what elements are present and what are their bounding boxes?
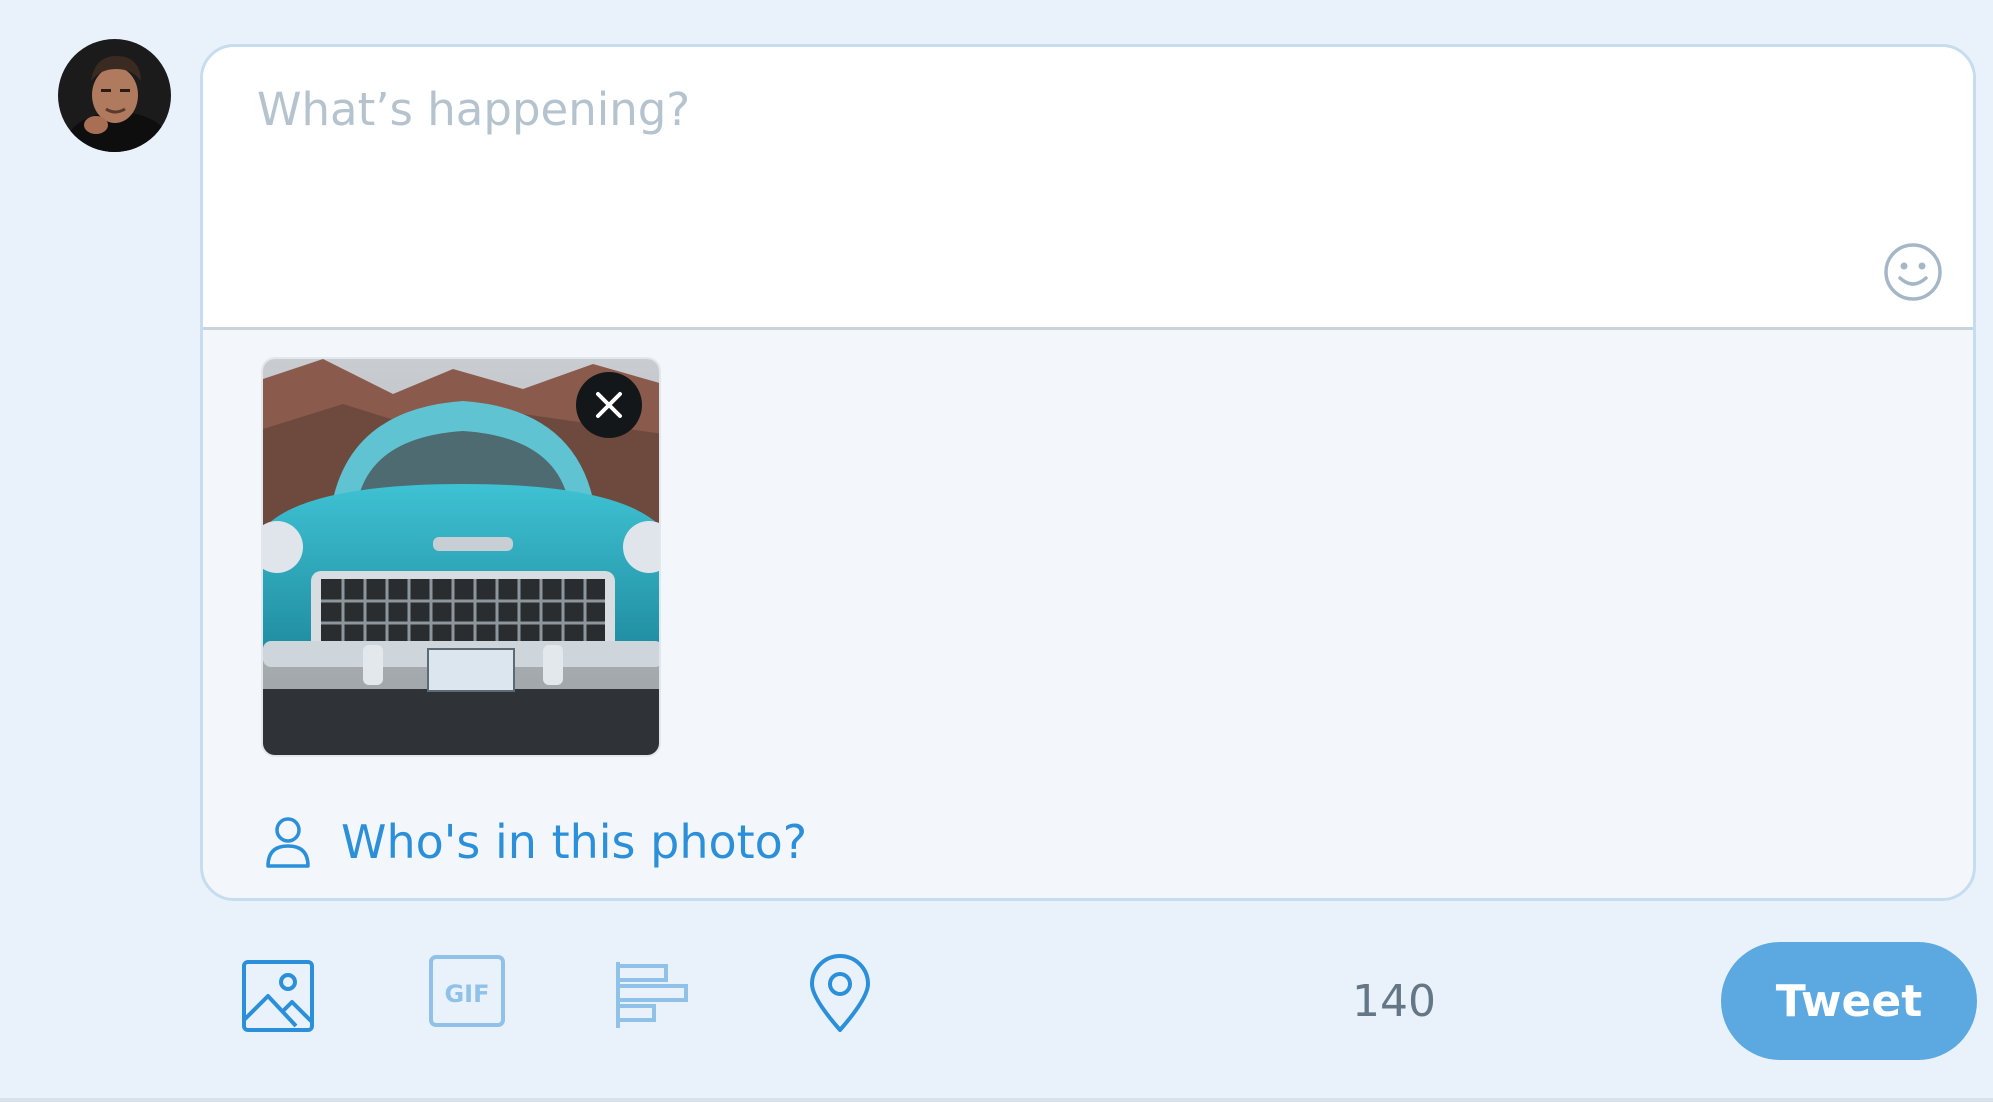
smiley-face-icon [1884, 243, 1942, 301]
tweet-composer: Who's in this photo? [200, 44, 1976, 901]
tag-people-label: Who's in this photo? [341, 815, 808, 869]
svg-text:GIF: GIF [444, 980, 489, 1008]
tag-people-link[interactable]: Who's in this photo? [263, 807, 807, 877]
close-x-icon [596, 392, 622, 418]
remove-media-button[interactable] [576, 372, 642, 438]
person-icon [266, 817, 310, 868]
divider [0, 1098, 1993, 1102]
add-gif-button[interactable]: GIF [428, 954, 506, 1032]
emoji-button[interactable] [1881, 240, 1945, 304]
tweet-text-input[interactable] [257, 83, 1757, 243]
location-pin-icon [810, 954, 870, 1032]
image-icon [242, 960, 314, 1032]
poll-icon [616, 962, 688, 1028]
tweet-compose-page: Who's in this photo? GIF [0, 0, 1993, 1102]
tweet-text-area [203, 47, 1973, 330]
avatar-photo [58, 39, 171, 152]
add-location-button[interactable] [808, 954, 872, 1038]
character-count: 140 [1352, 976, 1436, 1027]
tweet-button[interactable]: Tweet [1721, 942, 1977, 1060]
add-media-button[interactable] [240, 958, 316, 1038]
gif-icon: GIF [429, 955, 505, 1027]
add-poll-button[interactable] [614, 960, 690, 1034]
avatar[interactable] [58, 39, 171, 152]
